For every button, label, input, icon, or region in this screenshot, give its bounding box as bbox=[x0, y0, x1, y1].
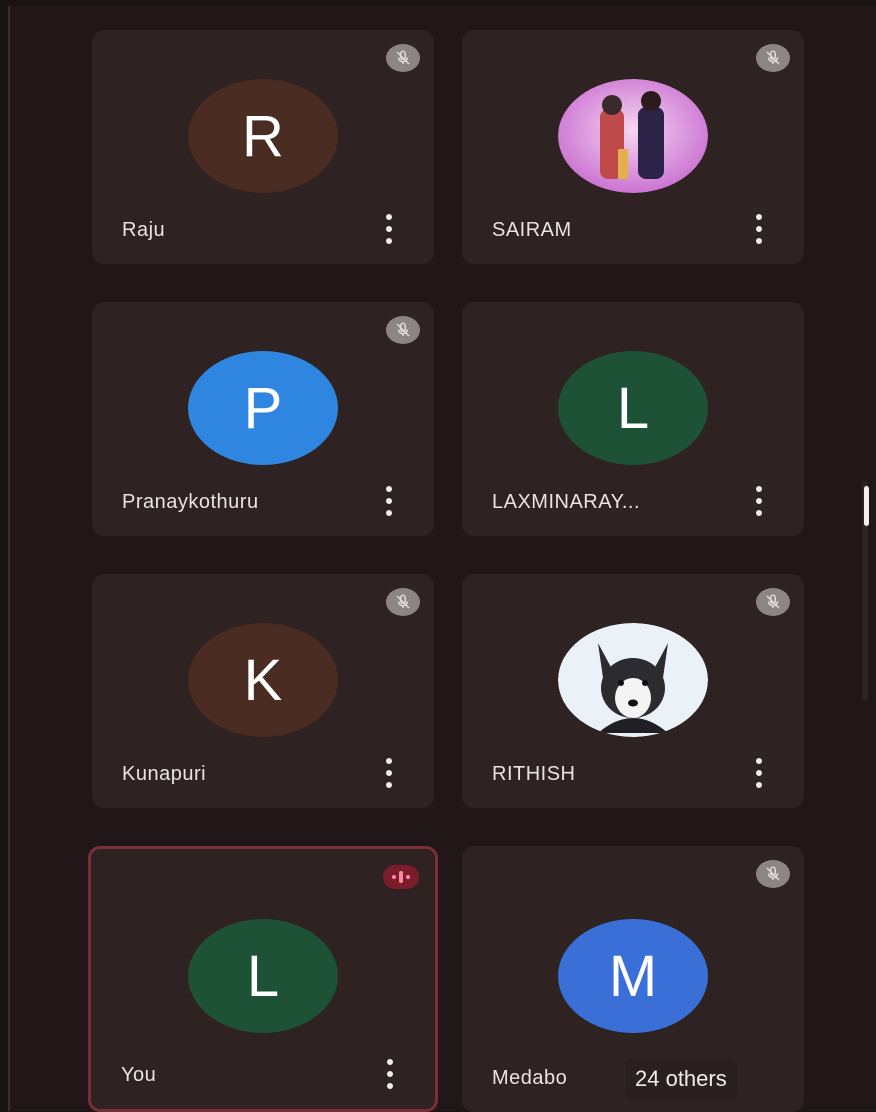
more-vert-icon[interactable] bbox=[754, 758, 764, 788]
more-vert-icon[interactable] bbox=[385, 1059, 395, 1089]
more-vert-icon[interactable] bbox=[384, 214, 394, 244]
participant-tile-sairam[interactable]: SAIRAM bbox=[462, 30, 804, 264]
participant-tile-kunapuri[interactable]: K Kunapuri bbox=[92, 574, 434, 808]
avatar-initial: M bbox=[608, 943, 658, 1009]
participant-tile-rithish[interactable]: RITHISH bbox=[462, 574, 804, 808]
participant-tile-laxminaray[interactable]: L LAXMINARAY... bbox=[462, 302, 804, 536]
participant-tile-raju[interactable]: R Raju bbox=[92, 30, 434, 264]
avatar-photo bbox=[558, 623, 708, 737]
scrollbar-thumb[interactable] bbox=[864, 486, 869, 526]
avatar: R bbox=[188, 79, 338, 193]
others-count-badge[interactable]: 24 others bbox=[625, 1058, 737, 1100]
avatar: P bbox=[188, 351, 338, 465]
participant-name: Medabo bbox=[492, 1067, 568, 1089]
participant-grid: R Raju SAIRAM P Pranaykothuru L LAXMINAR… bbox=[8, 6, 876, 1112]
avatar-initial: L bbox=[246, 943, 280, 1009]
avatar-initial: K bbox=[243, 647, 283, 713]
participant-name: LAXMINARAY... bbox=[492, 491, 641, 513]
avatar: L bbox=[558, 351, 708, 465]
participant-name: Kunapuri bbox=[122, 763, 207, 785]
participant-tile-pranaykothuru[interactable]: P Pranaykothuru bbox=[92, 302, 434, 536]
avatar: K bbox=[188, 623, 338, 737]
avatar-initial: R bbox=[242, 103, 284, 169]
participant-name: Raju bbox=[122, 219, 166, 241]
avatar-photo bbox=[558, 79, 708, 193]
avatar: L bbox=[188, 919, 338, 1033]
mic-off-icon bbox=[756, 588, 790, 616]
avatar: M bbox=[558, 919, 708, 1033]
participant-name: SAIRAM bbox=[492, 219, 572, 241]
mic-off-icon bbox=[386, 588, 420, 616]
avatar-initial: L bbox=[616, 375, 650, 441]
mic-off-icon bbox=[386, 44, 420, 72]
more-vert-icon[interactable] bbox=[384, 758, 394, 788]
participant-tile-medabo[interactable]: M Medabo 24 others bbox=[462, 846, 804, 1112]
participant-tile-you[interactable]: L You bbox=[88, 846, 438, 1112]
avatar-initial: P bbox=[243, 375, 283, 441]
more-vert-icon[interactable] bbox=[754, 486, 764, 516]
more-vert-icon[interactable] bbox=[754, 214, 764, 244]
mic-off-icon bbox=[756, 860, 790, 888]
mic-off-icon bbox=[756, 44, 790, 72]
audio-level-icon bbox=[383, 865, 419, 889]
more-vert-icon[interactable] bbox=[384, 486, 394, 516]
participant-name: RITHISH bbox=[492, 763, 576, 785]
mic-off-icon bbox=[386, 316, 420, 344]
participant-name: You bbox=[121, 1064, 157, 1086]
participant-name: Pranaykothuru bbox=[122, 491, 259, 513]
